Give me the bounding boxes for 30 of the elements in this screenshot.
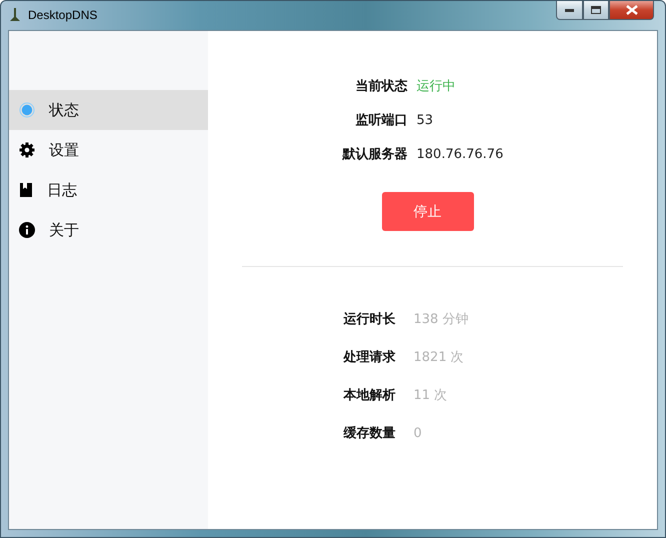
- field-value: 运行中: [416, 78, 456, 96]
- stat-label: 运行时长: [344, 311, 396, 329]
- stat-value: 11 次: [414, 387, 448, 405]
- app-icon: [8, 7, 22, 23]
- field-value: 53: [416, 112, 434, 130]
- info-icon: [19, 222, 35, 238]
- stat-value: 0: [414, 425, 422, 443]
- stat-label: 本地解析: [344, 387, 396, 405]
- field-label: 当前状态: [356, 78, 408, 96]
- window-title: DesktopDNS: [28, 8, 98, 22]
- radio-icon: [19, 102, 35, 118]
- close-icon: [626, 5, 638, 15]
- maximize-button[interactable]: [583, 1, 609, 20]
- maximize-icon: [591, 6, 601, 14]
- stat-value: 1821 次: [414, 349, 464, 367]
- field-label: 默认服务器: [342, 146, 408, 164]
- stat-label: 缓存数量: [344, 425, 396, 443]
- stat-label: 处理请求: [344, 349, 396, 367]
- sidebar-item[interactable]: 关于: [9, 210, 208, 250]
- sidebar-item[interactable]: 设置: [9, 130, 208, 170]
- minimize-button[interactable]: [556, 1, 583, 20]
- stat-value: 138 分钟: [414, 311, 468, 329]
- book-icon: [19, 182, 33, 198]
- close-button[interactable]: [609, 1, 654, 20]
- field-value: 180.76.76.76: [416, 146, 504, 164]
- sidebar-item[interactable]: 日志: [9, 170, 208, 210]
- sidebar-item[interactable]: 状态: [9, 90, 208, 130]
- minimize-icon: [565, 8, 574, 12]
- gear-icon: [19, 142, 35, 158]
- field-label: 监听端口: [356, 112, 408, 130]
